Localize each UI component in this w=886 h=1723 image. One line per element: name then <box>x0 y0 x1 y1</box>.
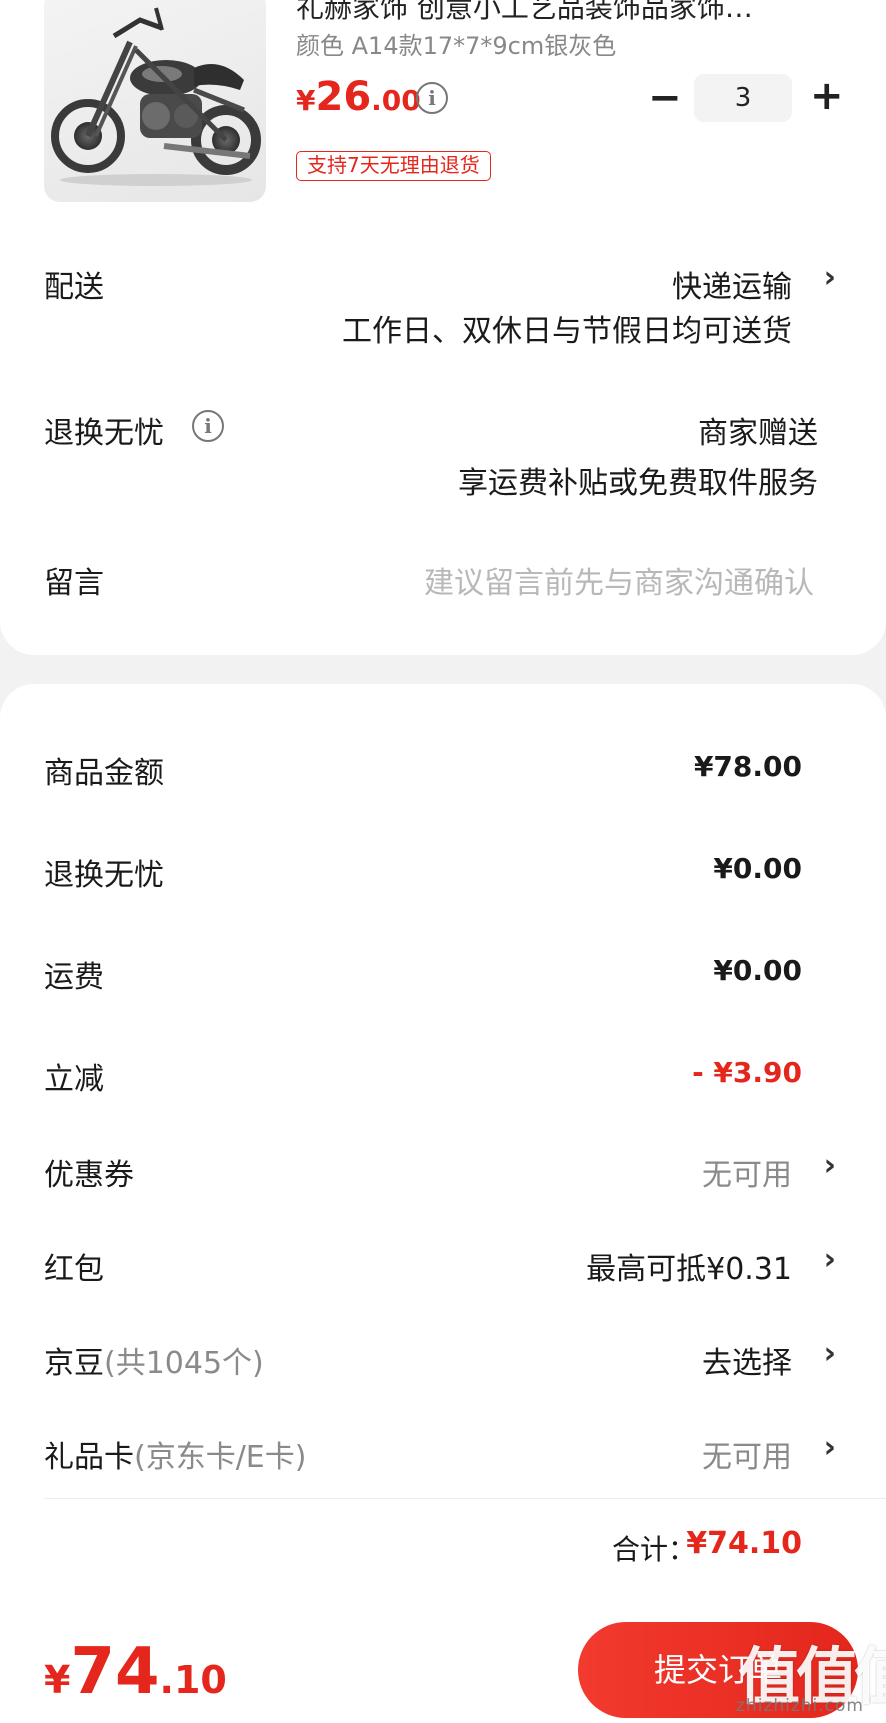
coupon-value[interactable]: 无可用 <box>702 1150 792 1194</box>
total-label: 合计： <box>612 1533 697 1566</box>
price-info-icon[interactable]: i <box>416 82 448 114</box>
coupon-chevron-icon[interactable]: › <box>824 1148 836 1183</box>
price-integer: 26 <box>315 74 372 120</box>
jingdou-label-text: 京豆 <box>44 1346 104 1381</box>
discount-value: - ¥3.90 <box>692 1056 802 1089</box>
checkout-bar: ¥ 74 .10 提交订单 <box>0 1610 886 1723</box>
delivery-chevron-icon[interactable]: › <box>824 260 836 295</box>
redpacket-label: 红包 <box>44 1252 104 1287</box>
coupon-label: 优惠券 <box>44 1158 134 1193</box>
jingdou-label: 京豆(共1045个) <box>44 1338 264 1382</box>
return-policy-badge: 支持7天无理由退货 <box>296 151 491 181</box>
giftcard-sub: (京东卡/E卡) <box>134 1440 307 1475</box>
giftcard-label: 礼品卡(京东卡/E卡) <box>44 1432 306 1476</box>
message-label: 留言 <box>44 566 104 601</box>
total-value: ¥74.10 <box>686 1526 802 1561</box>
quantity-input[interactable]: 3 <box>694 74 792 122</box>
unit-price: ¥ 26 .00 <box>296 74 421 120</box>
goods-amount-label: 商品金额 <box>44 756 164 791</box>
redpacket-value[interactable]: 最高可抵¥0.31 <box>586 1244 792 1288</box>
price-currency: ¥ <box>296 84 316 117</box>
motorcycle-model-image <box>51 7 261 186</box>
grand-total-decimal: .10 <box>159 1658 227 1702</box>
product-spec[interactable]: 颜色 A14款17*7*9cm银灰色 <box>296 26 616 61</box>
shipping-fee-label: 运费 <box>44 960 104 995</box>
return-service-value: 商家赠送 <box>698 416 818 451</box>
shipping-fee-value: ¥0.00 <box>713 954 802 987</box>
discount-label: 立减 <box>44 1062 104 1097</box>
goods-amount-value: ¥78.00 <box>693 750 802 783</box>
return-service-info-icon[interactable]: i <box>192 410 224 442</box>
summary-divider <box>44 1498 886 1499</box>
redpacket-chevron-icon[interactable]: › <box>824 1242 836 1277</box>
quantity-decrease-button[interactable]: − <box>648 76 682 120</box>
delivery-note: 工作日、双休日与节假日均可送货 <box>342 314 792 349</box>
price-decimal: .00 <box>371 84 421 117</box>
return-service-note: 享运费补贴或免费取件服务 <box>458 466 818 501</box>
grand-total-currency: ¥ <box>44 1658 71 1702</box>
grand-total: ¥ 74 .10 <box>44 1640 227 1704</box>
return-fee-label: 退换无忧 <box>44 858 164 893</box>
delivery-label: 配送 <box>44 270 104 305</box>
order-item-card: 礼赫家饰 创意小工艺品装饰品家饰… 颜色 A14款17*7*9cm银灰色 ¥ 2… <box>0 0 886 655</box>
submit-order-button[interactable]: 提交订单 <box>578 1622 858 1718</box>
giftcard-value[interactable]: 无可用 <box>702 1432 792 1476</box>
return-fee-value: ¥0.00 <box>713 852 802 885</box>
return-service-label: 退换无忧 <box>44 416 164 451</box>
giftcard-label-text: 礼品卡 <box>44 1440 134 1475</box>
grand-total-integer: 74 <box>70 1635 160 1709</box>
product-title[interactable]: 礼赫家饰 创意小工艺品装饰品家饰… <box>296 0 836 26</box>
jingdou-count: (共1045个) <box>104 1346 264 1381</box>
jingdou-value[interactable]: 去选择 <box>702 1338 792 1382</box>
product-thumbnail[interactable] <box>44 0 266 202</box>
message-input[interactable]: 建议留言前先与商家沟通确认 <box>424 558 814 602</box>
delivery-method[interactable]: 快递运输 <box>672 262 792 306</box>
jingdou-chevron-icon[interactable]: › <box>824 1336 836 1371</box>
giftcard-chevron-icon[interactable]: › <box>824 1430 836 1465</box>
quantity-increase-button[interactable]: + <box>810 72 844 120</box>
